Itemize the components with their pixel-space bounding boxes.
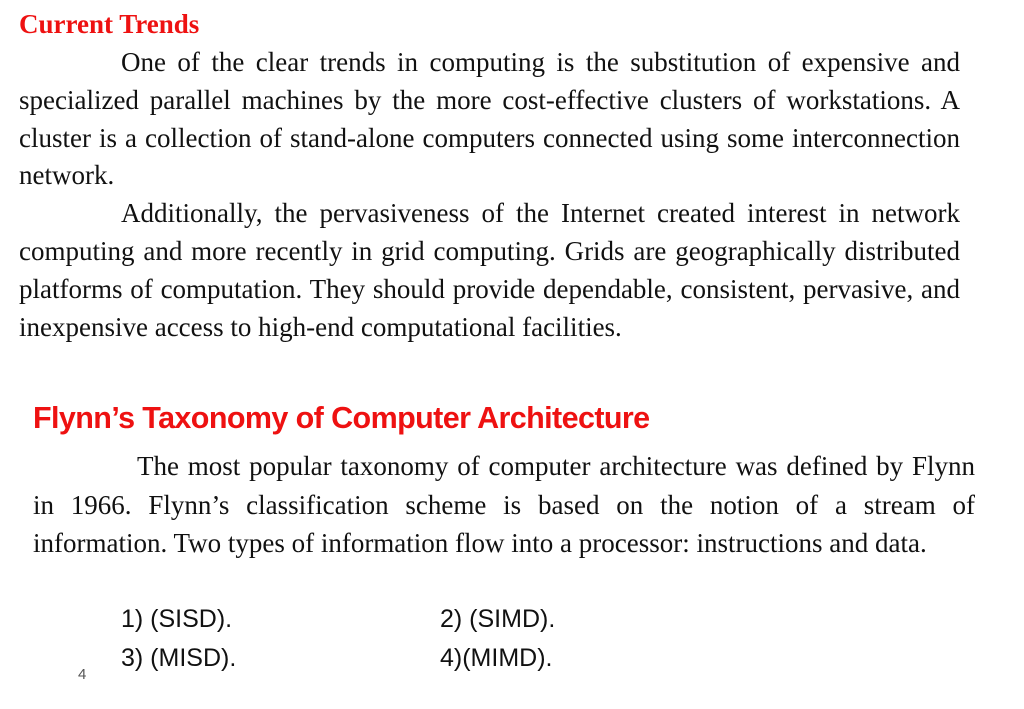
section-title-flynns-taxonomy: Flynn’s Taxonomy of Computer Architectur… (33, 401, 650, 435)
section-title-current-trends: Current Trends (19, 9, 200, 39)
paragraph-taxonomy-definition: The most popular taxonomy of computer ar… (33, 451, 975, 558)
flynn-class-sisd: 1) (SISD). (121, 605, 233, 633)
paragraph-clusters: One of the clear trends in computing is … (19, 47, 960, 191)
current-trends-body: One of the clear trends in computing is … (19, 44, 960, 346)
flynn-class-misd: 3) (MISD). (121, 644, 237, 672)
slide-number: 4 (78, 666, 87, 683)
flynn-class-mimd: 4)(MIMD). (440, 644, 553, 672)
flynn-class-simd: 2) (SIMD). (440, 605, 556, 633)
paragraph-grid-computing: Additionally, the pervasiveness of the I… (19, 198, 960, 342)
flynns-taxonomy-body: The most popular taxonomy of computer ar… (33, 447, 975, 563)
